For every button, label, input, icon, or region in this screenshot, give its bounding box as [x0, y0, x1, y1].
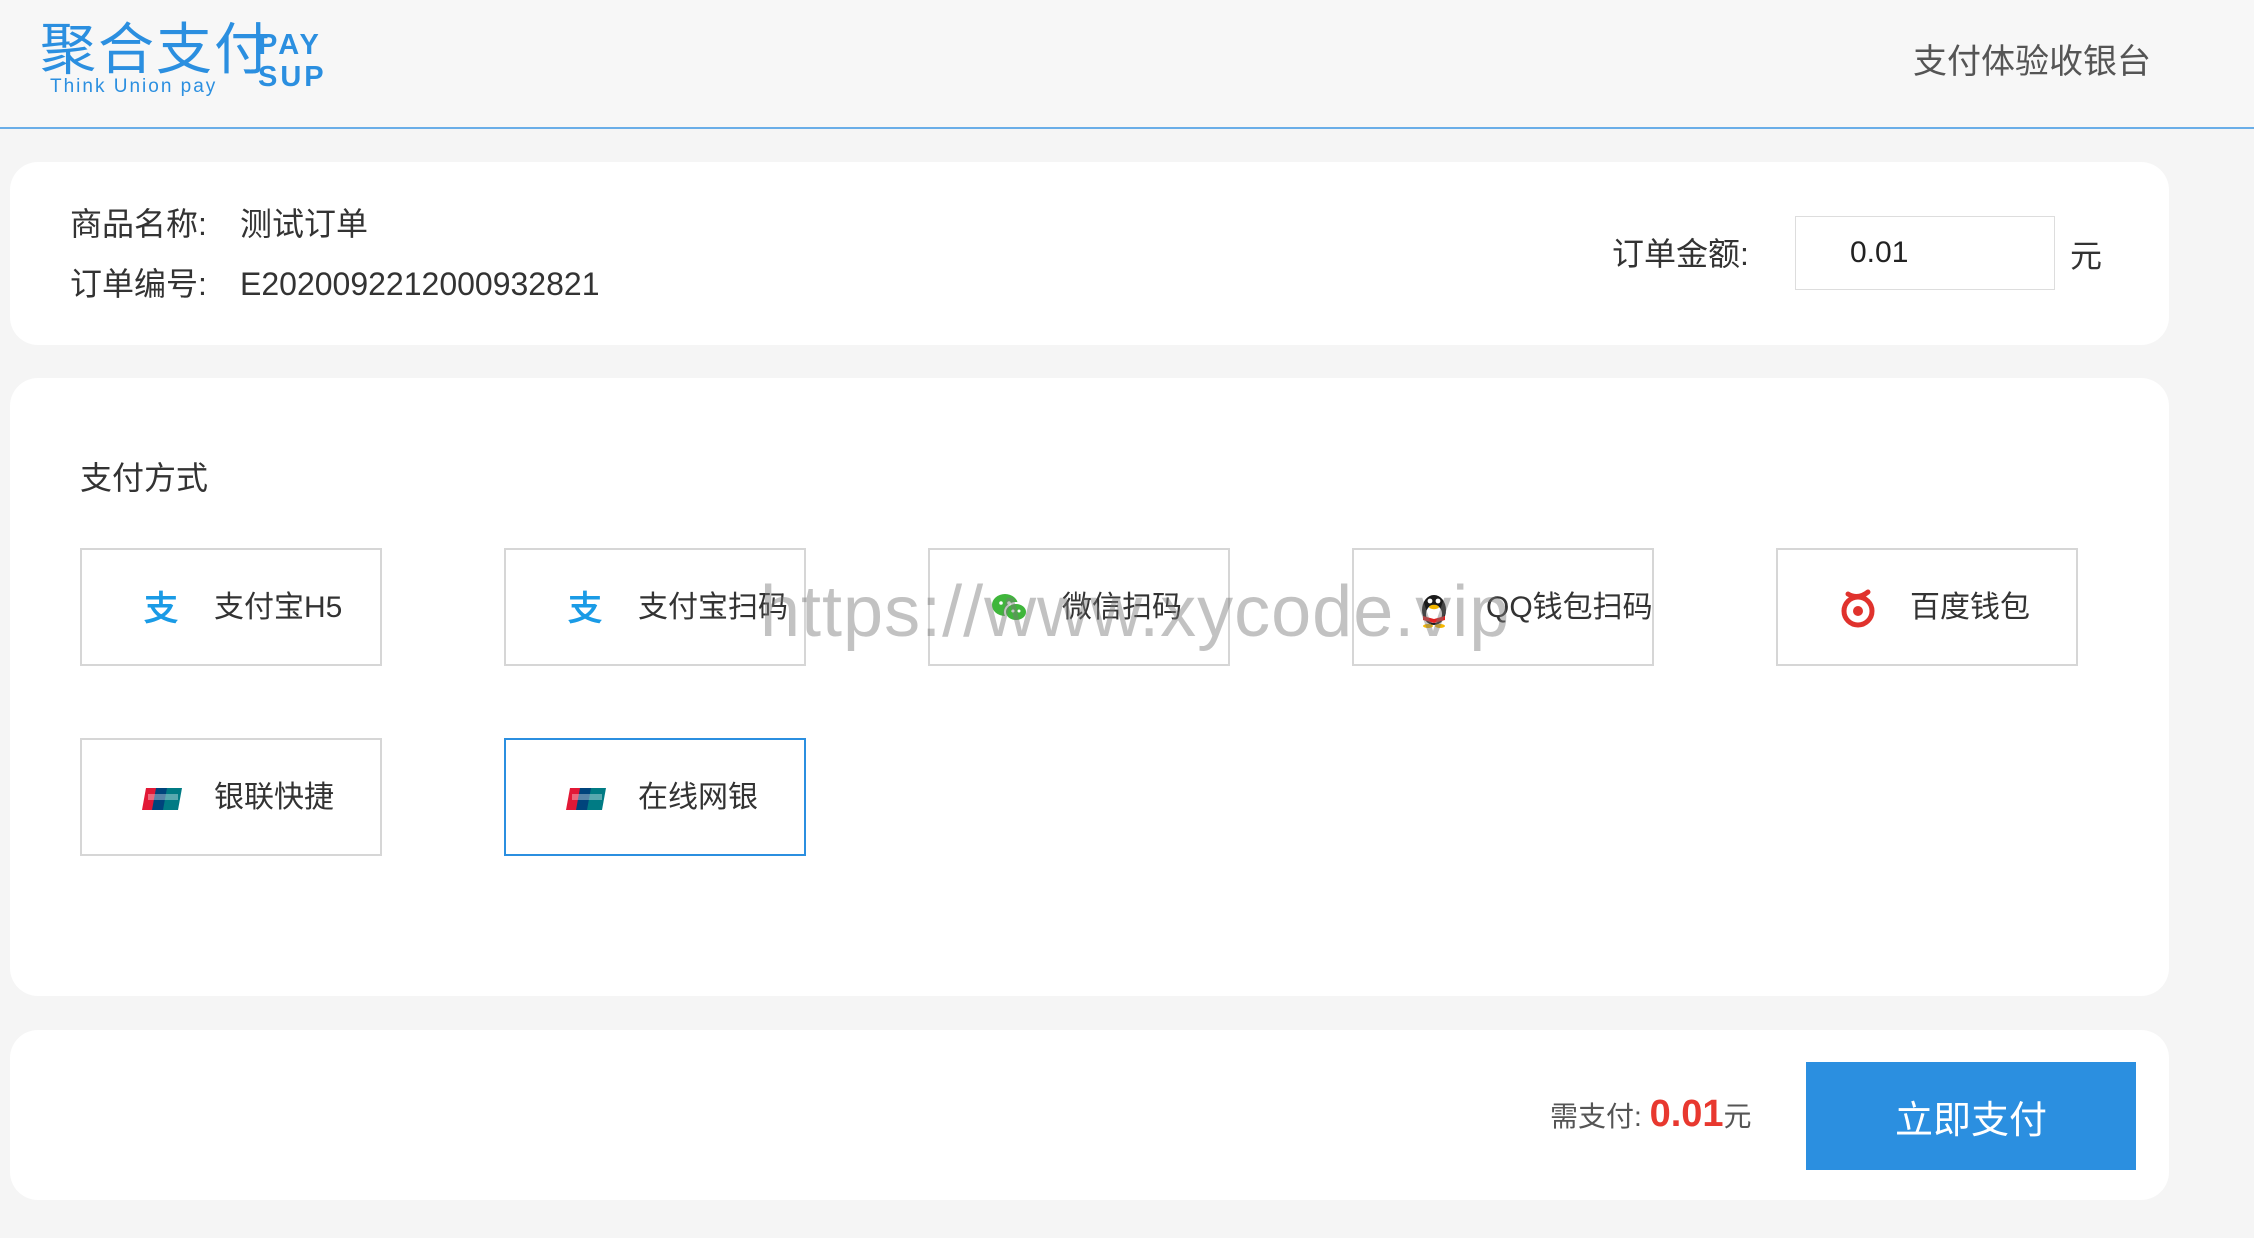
need-pay-unit: 元 [1723, 1101, 1752, 1132]
payment-methods-title: 支付方式 [80, 460, 209, 496]
method-label: 支付宝扫码 [638, 591, 788, 624]
page-title: 支付体验收银台 [1913, 43, 2151, 81]
wechat-icon [990, 588, 1030, 628]
logo-sup-text: SUP [258, 61, 327, 93]
method-label: 银联快捷 [214, 781, 334, 814]
method-baidu-wallet[interactable]: 百度钱包 [1776, 548, 2078, 666]
payment-methods-card [10, 378, 2169, 996]
order-id-label: 订单编号: [70, 266, 207, 302]
method-label: 在线网银 [638, 781, 758, 814]
product-name-label: 商品名称: [70, 206, 207, 242]
pay-now-button[interactable]: 立即支付 [1806, 1062, 2136, 1170]
method-alipay-scan[interactable]: 支 支付宝扫码 [504, 548, 806, 666]
order-id-row: 订单编号: E2020092212000932821 [70, 264, 599, 304]
method-online-banking[interactable]: 在线网银 [504, 738, 806, 856]
order-amount-unit: 元 [2070, 238, 2103, 274]
method-wechat-scan[interactable]: 微信扫码 [928, 548, 1230, 666]
baidu-wallet-icon [1838, 588, 1878, 628]
alipay-icon: 支 [566, 588, 606, 629]
alipay-icon: 支 [142, 588, 182, 629]
order-amount-label: 订单金额: [1612, 236, 1749, 272]
qq-icon [1414, 588, 1454, 628]
method-qq-wallet-scan[interactable]: QQ钱包扫码 [1352, 548, 1654, 666]
header-bar: 聚合支付 PAY SUP Think Union pay 支付体验收银台 [0, 0, 2254, 129]
method-label: 微信扫码 [1062, 591, 1182, 624]
method-label: QQ钱包扫码 [1486, 591, 1653, 624]
method-label: 百度钱包 [1910, 591, 2030, 624]
svg-text:支: 支 [144, 589, 178, 628]
need-pay-label: 需支付: [1550, 1101, 1642, 1132]
unionpay-icon [566, 778, 606, 818]
method-unionpay-quick[interactable]: 银联快捷 [80, 738, 382, 856]
order-amount-input[interactable] [1795, 216, 2055, 290]
logo-en-text: Think Union pay [50, 76, 218, 97]
logo-cn-text: 聚合支付 [40, 18, 272, 81]
logo[interactable]: 聚合支付 PAY SUP Think Union pay [40, 18, 340, 98]
logo-pay-text: PAY [258, 29, 322, 61]
unionpay-icon [142, 778, 182, 818]
svg-text:支: 支 [568, 589, 602, 628]
method-alipay-h5[interactable]: 支 支付宝H5 [80, 548, 382, 666]
need-pay-summary: 需支付: 0.01元 [1550, 1094, 1752, 1137]
need-pay-amount: 0.01 [1649, 1093, 1724, 1135]
product-name-value: 测试订单 [240, 206, 369, 242]
order-id-value: E2020092212000932821 [240, 266, 600, 302]
method-label: 支付宝H5 [214, 591, 343, 624]
product-name-row: 商品名称: 测试订单 [70, 204, 368, 244]
